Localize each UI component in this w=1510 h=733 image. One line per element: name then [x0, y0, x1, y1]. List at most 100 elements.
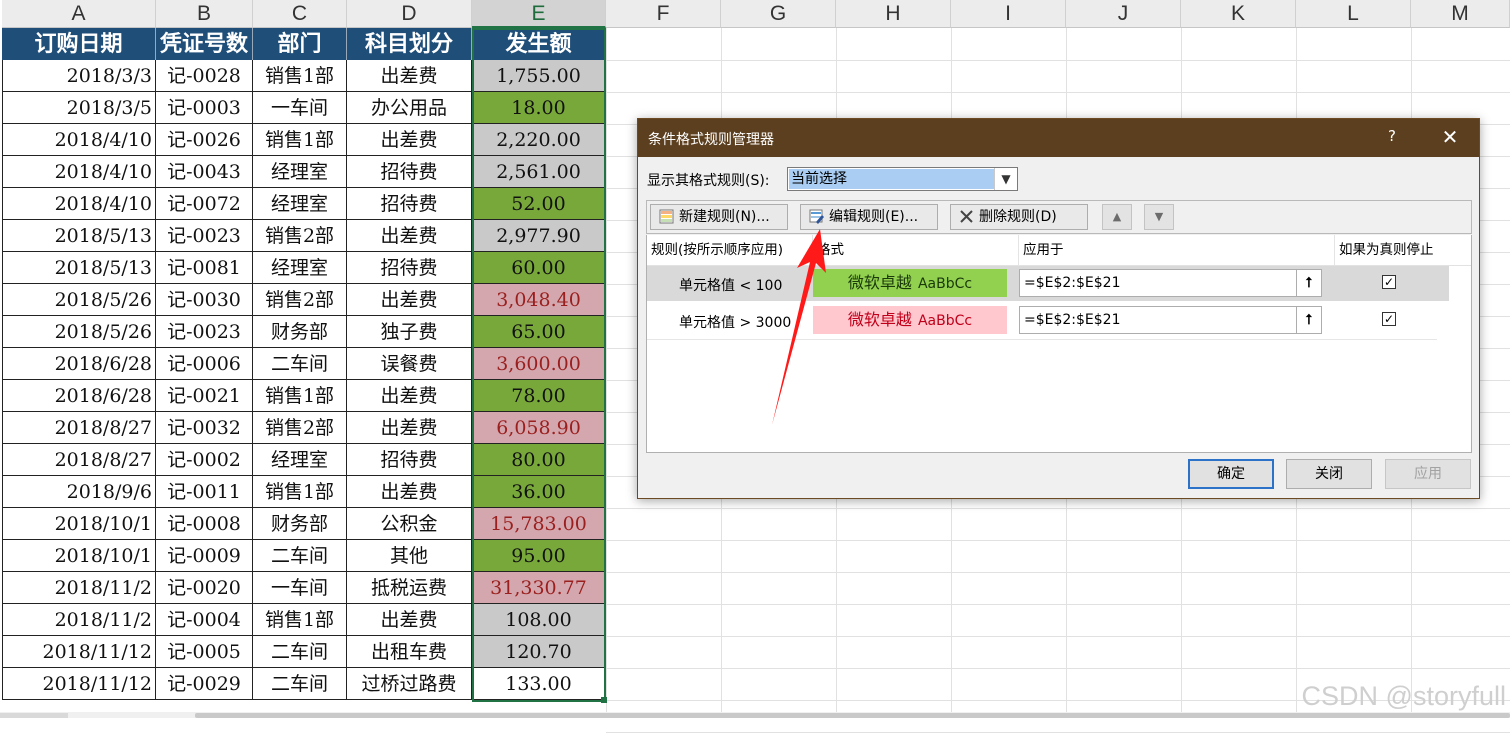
column-header-f[interactable]: F [606, 0, 721, 28]
department-cell[interactable]: 销售1部 [253, 476, 347, 508]
category-cell[interactable]: 公积金 [347, 508, 472, 540]
rule-row-2[interactable]: 单元格值 > 3000 微软卓越 AaBbCc =$E$2:$E$21 ⭡ ✓ [647, 303, 1449, 338]
voucher-cell[interactable]: 记-0029 [156, 668, 253, 700]
amount-cell[interactable]: 95.00 [472, 540, 606, 572]
column-header-stop-if-true[interactable]: 如果为真则停止 [1335, 235, 1471, 265]
department-cell[interactable]: 二车间 [253, 348, 347, 380]
category-cell[interactable]: 出差费 [347, 380, 472, 412]
edit-rule-button[interactable]: 编辑规则(E)... [800, 204, 938, 230]
voucher-cell[interactable]: 记-0009 [156, 540, 253, 572]
date-cell[interactable]: 2018/3/5 [2, 92, 156, 124]
department-cell[interactable]: 一车间 [253, 92, 347, 124]
category-cell[interactable]: 过桥过路费 [347, 668, 472, 700]
category-cell[interactable]: 招待费 [347, 444, 472, 476]
date-cell[interactable]: 2018/9/6 [2, 476, 156, 508]
table-header-cell[interactable]: 凭证号数 [156, 28, 253, 60]
column-header-g[interactable]: G [721, 0, 836, 28]
amount-cell[interactable]: 3,048.40 [472, 284, 606, 316]
amount-cell[interactable]: 133.00 [472, 668, 606, 700]
category-cell[interactable]: 误餐费 [347, 348, 472, 380]
date-cell[interactable]: 2018/5/13 [2, 220, 156, 252]
amount-cell[interactable]: 18.00 [472, 92, 606, 124]
apply-button[interactable]: 应用 [1385, 459, 1471, 489]
amount-cell[interactable]: 6,058.90 [472, 412, 606, 444]
department-cell[interactable]: 财务部 [253, 508, 347, 540]
category-cell[interactable]: 抵税运费 [347, 572, 472, 604]
department-cell[interactable]: 经理室 [253, 156, 347, 188]
amount-cell[interactable]: 2,561.00 [472, 156, 606, 188]
date-cell[interactable]: 2018/11/2 [2, 572, 156, 604]
voucher-cell[interactable]: 记-0011 [156, 476, 253, 508]
column-header-m[interactable]: M [1411, 0, 1510, 28]
voucher-cell[interactable]: 记-0030 [156, 284, 253, 316]
new-rule-button[interactable]: 新建规则(N)... [650, 204, 788, 230]
date-cell[interactable]: 2018/6/28 [2, 380, 156, 412]
amount-cell[interactable]: 15,783.00 [472, 508, 606, 540]
column-header-k[interactable]: K [1181, 0, 1296, 28]
date-cell[interactable]: 2018/11/12 [2, 668, 156, 700]
help-button[interactable]: ? [1382, 127, 1402, 149]
date-cell[interactable]: 2018/6/28 [2, 348, 156, 380]
date-cell[interactable]: 2018/10/1 [2, 508, 156, 540]
stop-if-true-checkbox[interactable]: ✓ [1382, 312, 1396, 326]
category-cell[interactable]: 招待费 [347, 188, 472, 220]
close-button[interactable]: 关闭 [1286, 459, 1372, 489]
show-rules-dropdown[interactable]: 当前选择 ▼ [787, 167, 1018, 191]
horizontal-scrollbar[interactable] [0, 712, 1510, 718]
column-header-d[interactable]: D [347, 0, 472, 28]
stop-if-true-checkbox[interactable]: ✓ [1382, 275, 1396, 289]
voucher-cell[interactable]: 记-0023 [156, 220, 253, 252]
amount-cell[interactable]: 52.00 [472, 188, 606, 220]
ok-button[interactable]: 确定 [1188, 459, 1274, 489]
amount-cell[interactable]: 78.00 [472, 380, 606, 412]
date-cell[interactable]: 2018/8/27 [2, 444, 156, 476]
department-cell[interactable]: 经理室 [253, 252, 347, 284]
column-header-b[interactable]: B [156, 0, 253, 28]
rule-row-1[interactable]: 单元格值 < 100 微软卓越 AaBbCc =$E$2:$E$21 ⭡ ✓ [647, 266, 1449, 301]
close-icon[interactable]: ✕ [1438, 125, 1462, 149]
voucher-cell[interactable]: 记-0006 [156, 348, 253, 380]
voucher-cell[interactable]: 记-0043 [156, 156, 253, 188]
amount-cell[interactable]: 108.00 [472, 604, 606, 636]
column-header-rule[interactable]: 规则(按所示顺序应用) [647, 235, 813, 265]
voucher-cell[interactable]: 记-0008 [156, 508, 253, 540]
date-cell[interactable]: 2018/8/27 [2, 412, 156, 444]
voucher-cell[interactable]: 记-0002 [156, 444, 253, 476]
voucher-cell[interactable]: 记-0026 [156, 124, 253, 156]
category-cell[interactable]: 办公用品 [347, 92, 472, 124]
applies-to-input[interactable]: =$E$2:$E$21 ⭡ [1019, 306, 1322, 334]
department-cell[interactable]: 销售2部 [253, 412, 347, 444]
voucher-cell[interactable]: 记-0032 [156, 412, 253, 444]
column-header-a[interactable]: A [2, 0, 156, 28]
voucher-cell[interactable]: 记-0081 [156, 252, 253, 284]
column-header-i[interactable]: I [951, 0, 1066, 28]
department-cell[interactable]: 销售1部 [253, 380, 347, 412]
department-cell[interactable]: 销售1部 [253, 604, 347, 636]
department-cell[interactable]: 经理室 [253, 444, 347, 476]
dialog-titlebar[interactable]: 条件格式规则管理器 ? ✕ [638, 119, 1479, 157]
chevron-down-icon[interactable]: ▼ [994, 168, 1017, 190]
category-cell[interactable]: 出差费 [347, 60, 472, 92]
category-cell[interactable]: 其他 [347, 540, 472, 572]
move-up-button[interactable]: ▲ [1102, 204, 1132, 230]
department-cell[interactable]: 二车间 [253, 540, 347, 572]
column-header-c[interactable]: C [253, 0, 347, 28]
voucher-cell[interactable]: 记-0023 [156, 316, 253, 348]
department-cell[interactable]: 财务部 [253, 316, 347, 348]
department-cell[interactable]: 销售1部 [253, 60, 347, 92]
amount-cell[interactable]: 65.00 [472, 316, 606, 348]
category-cell[interactable]: 出差费 [347, 412, 472, 444]
category-cell[interactable]: 出差费 [347, 220, 472, 252]
amount-cell[interactable]: 3,600.00 [472, 348, 606, 380]
date-cell[interactable]: 2018/4/10 [2, 188, 156, 220]
category-cell[interactable]: 独子费 [347, 316, 472, 348]
department-cell[interactable]: 二车间 [253, 668, 347, 700]
department-cell[interactable]: 销售2部 [253, 284, 347, 316]
table-header-cell[interactable]: 科目划分 [347, 28, 472, 60]
category-cell[interactable]: 出差费 [347, 604, 472, 636]
sheet-tab-area[interactable] [0, 713, 68, 718]
department-cell[interactable]: 一车间 [253, 572, 347, 604]
voucher-cell[interactable]: 记-0028 [156, 60, 253, 92]
voucher-cell[interactable]: 记-0003 [156, 92, 253, 124]
date-cell[interactable]: 2018/4/10 [2, 156, 156, 188]
